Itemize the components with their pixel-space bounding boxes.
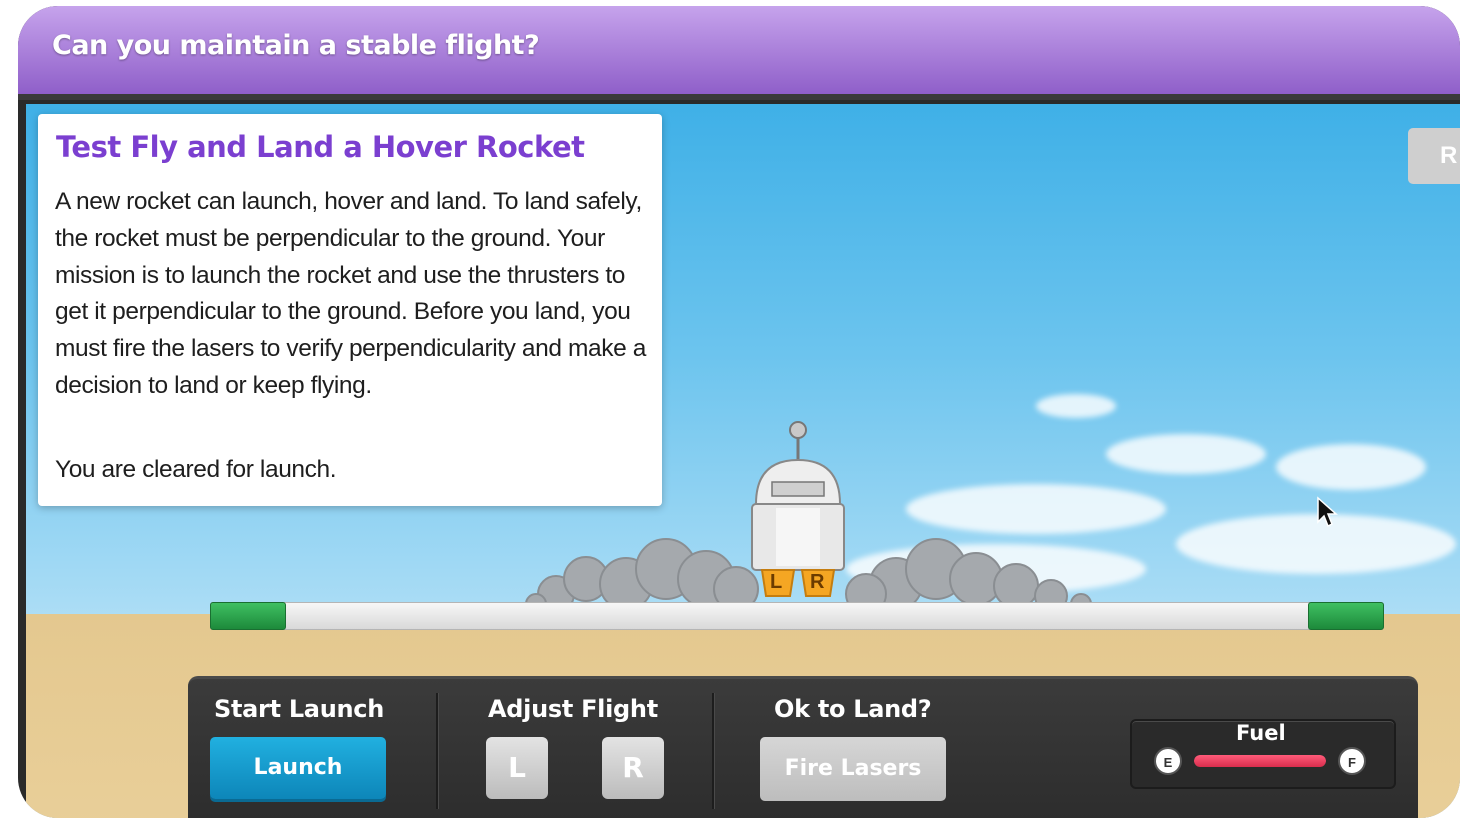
fire-lasers-button[interactable]: Fire Lasers	[760, 737, 946, 801]
title-bar: Can you maintain a stable flight?	[18, 6, 1460, 100]
fuel-level-bar	[1194, 755, 1326, 767]
fuel-empty-icon: E	[1154, 747, 1182, 775]
mission-clearance: You are cleared for launch.	[55, 456, 337, 483]
ok-to-land-heading: Ok to Land?	[774, 695, 932, 723]
left-thruster-button[interactable]: L	[486, 737, 548, 799]
fuel-gauge: Fuel E F	[1130, 719, 1396, 789]
right-thruster-button[interactable]: R	[602, 737, 664, 799]
fuel-track	[1194, 755, 1326, 767]
cloud	[1036, 394, 1116, 418]
landing-track	[210, 602, 1384, 630]
mission-title: Test Fly and Land a Hover Rocket	[56, 130, 585, 164]
right-thruster-label: R	[810, 571, 825, 593]
divider	[712, 693, 715, 809]
game-window: Can you maintain a stable flight? L R Te…	[18, 6, 1460, 818]
flight-scene: L R Test Fly and Land a Hover Rocket A n…	[26, 104, 1460, 818]
landing-pad-right	[1308, 602, 1384, 630]
control-panel: Start Launch Launch Adjust Flight L R Ok…	[188, 676, 1418, 818]
start-launch-heading: Start Launch	[214, 695, 384, 723]
mission-description: A new rocket can launch, hover and land.…	[55, 188, 646, 399]
cloud	[1276, 444, 1426, 490]
adjust-flight-heading: Adjust Flight	[488, 695, 658, 723]
launch-button[interactable]: Launch	[210, 737, 386, 799]
fuel-full-icon: F	[1338, 747, 1366, 775]
cloud	[1106, 434, 1266, 474]
hover-rocket	[751, 421, 845, 597]
left-thruster-label: L	[770, 571, 783, 593]
reset-button[interactable]: R	[1408, 128, 1460, 184]
mouse-pointer-icon	[1317, 496, 1338, 528]
mission-briefing-card: Test Fly and Land a Hover Rocket A new r…	[38, 114, 662, 506]
fuel-label: Fuel	[1236, 721, 1286, 745]
page-title: Can you maintain a stable flight?	[52, 30, 540, 61]
landing-pad-left	[210, 602, 286, 630]
divider	[436, 693, 439, 809]
